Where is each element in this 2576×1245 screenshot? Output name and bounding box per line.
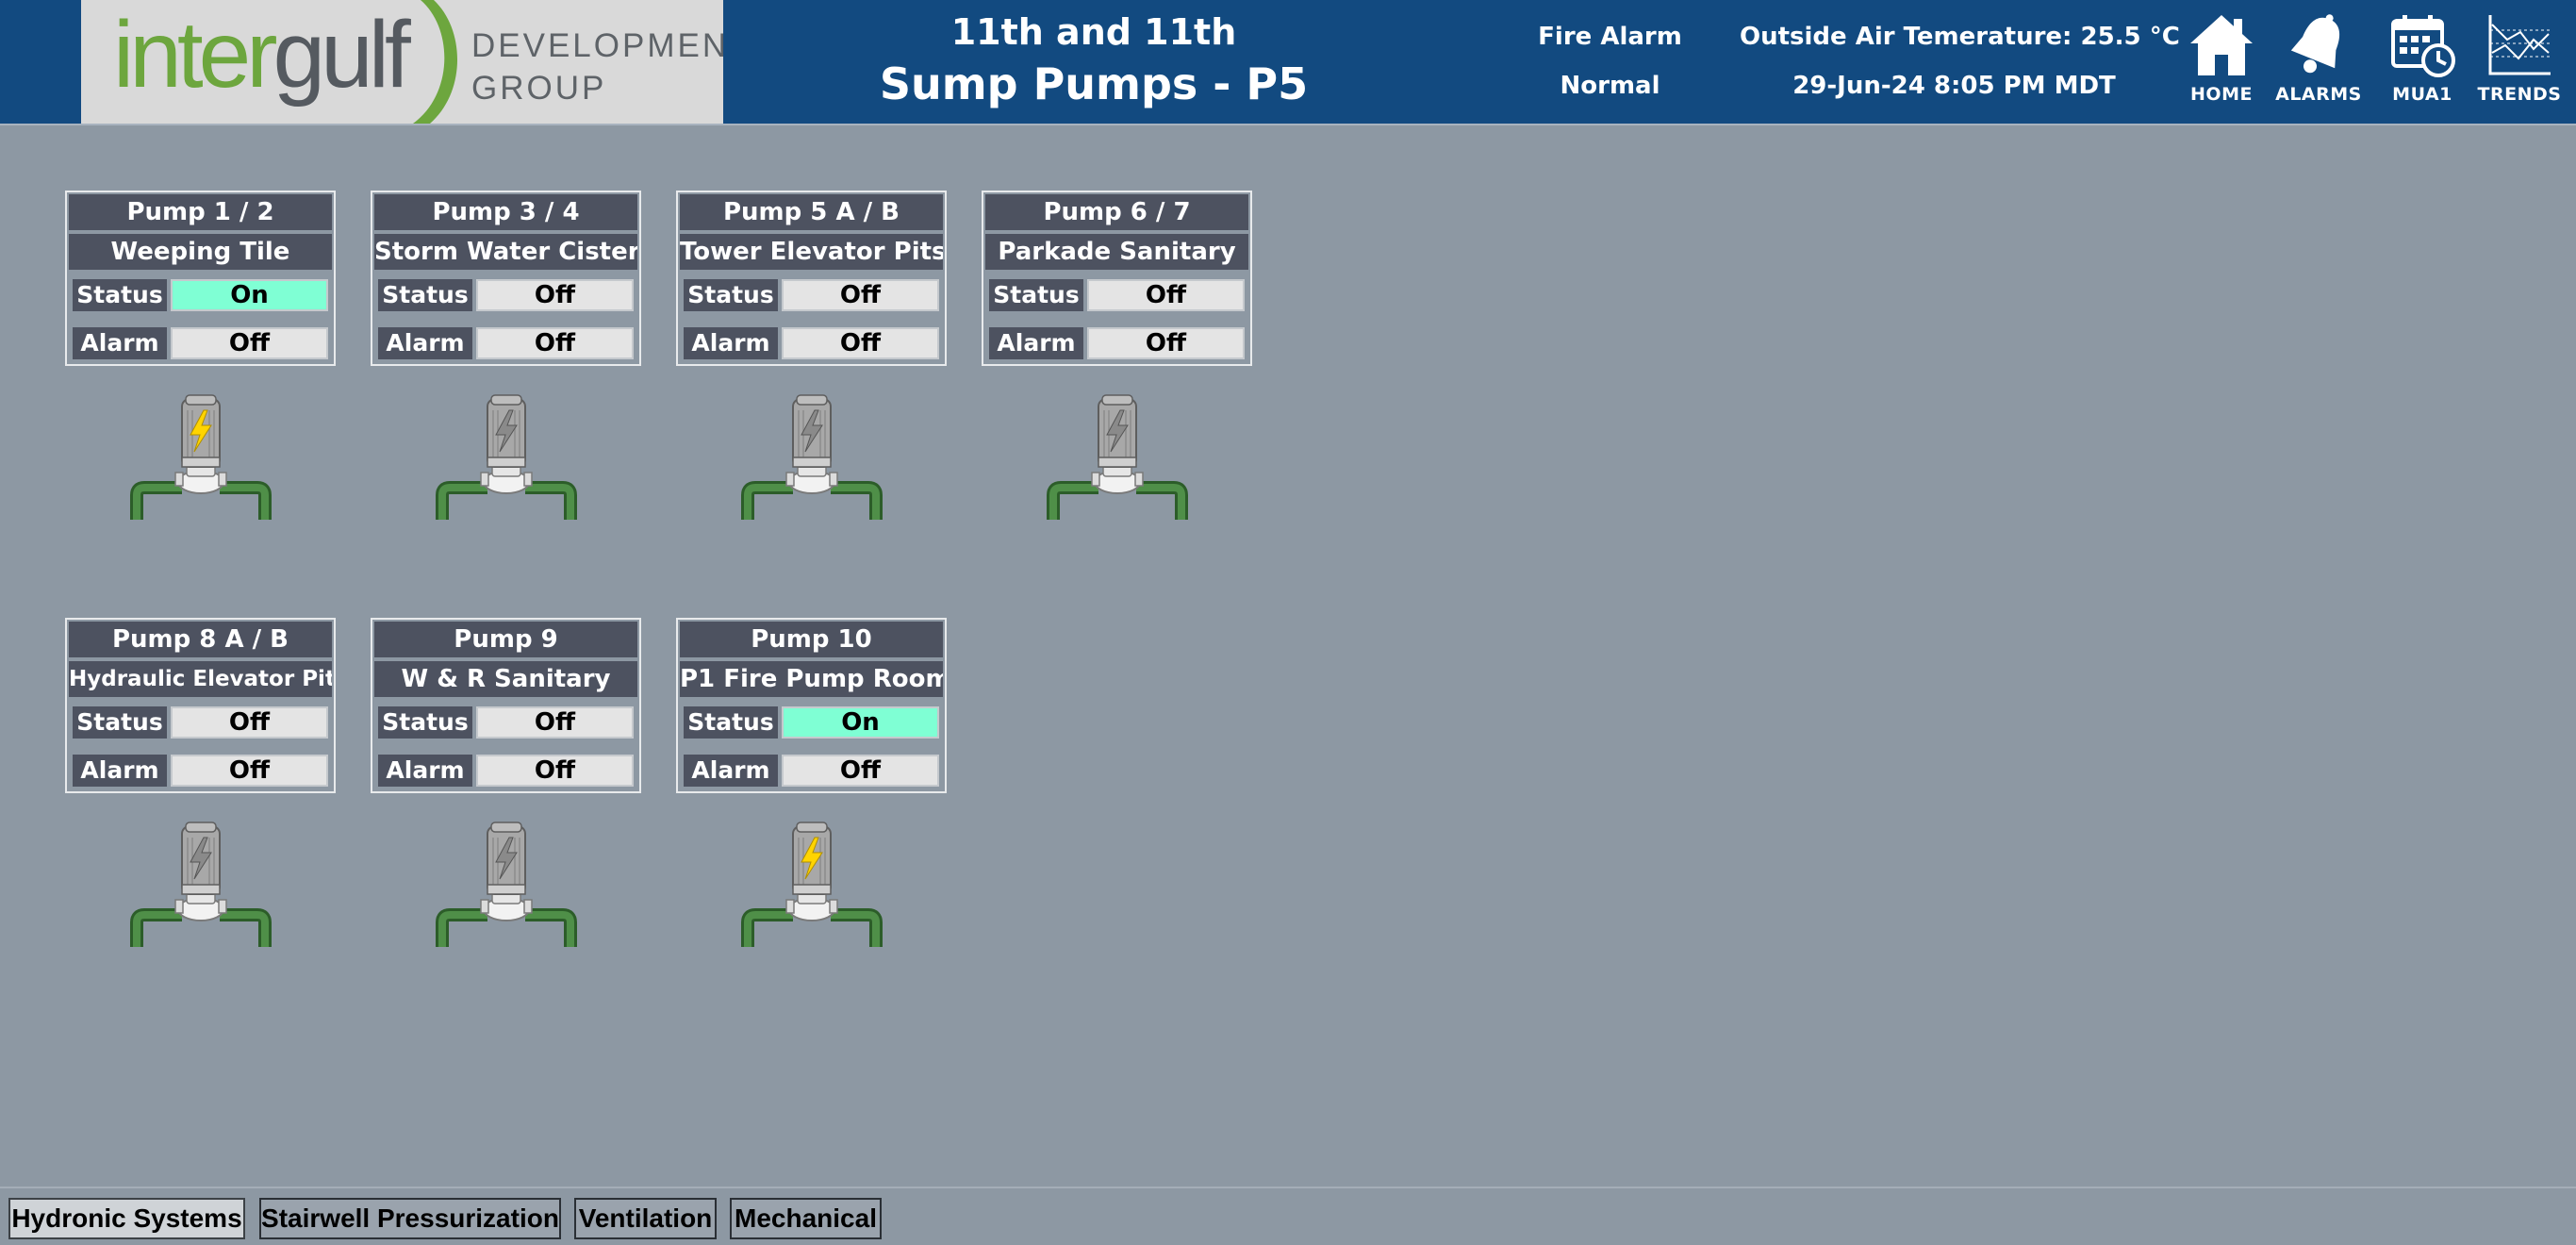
pump-pump-10-panel: Pump 10 P1 Fire Pump Room Status On Alarm Off bbox=[676, 618, 947, 793]
status-label: Status bbox=[989, 279, 1083, 311]
pump-icon[interactable] bbox=[1045, 390, 1190, 525]
alarm-label: Alarm bbox=[378, 755, 472, 787]
calendar-clock-icon bbox=[2391, 15, 2455, 77]
status-label: Status bbox=[73, 279, 167, 311]
status-label: Status bbox=[73, 706, 167, 739]
nav-home-button[interactable]: HOME bbox=[2170, 8, 2273, 113]
pump-idle-icon bbox=[130, 822, 272, 947]
status-value: Off bbox=[171, 706, 328, 739]
alarm-value: Off bbox=[476, 327, 634, 359]
pump-pump-1-2-panel: Pump 1 / 2 Weeping Tile Status On Alarm Off bbox=[65, 191, 336, 366]
alarm-value: Off bbox=[782, 755, 939, 787]
alarm-label: Alarm bbox=[989, 327, 1083, 359]
pump-title: Pump 5 A / B bbox=[680, 194, 943, 230]
alarm-value: Off bbox=[782, 327, 939, 359]
page-title: Sump Pumps - P5 bbox=[879, 58, 1309, 109]
status-label: Status bbox=[684, 279, 778, 311]
nav-mua1-label: MUA1 bbox=[2392, 84, 2452, 105]
tab-hydronic-systems[interactable]: Hydronic Systems bbox=[8, 1198, 245, 1239]
logo-word-gulf: gulf bbox=[272, 2, 411, 108]
alarm-value: Off bbox=[476, 755, 634, 787]
alarm-value: Off bbox=[1087, 327, 1245, 359]
pump-icon[interactable] bbox=[434, 817, 579, 953]
logo-subtitle: DEVELOPMENT GROUP bbox=[471, 25, 723, 109]
current-datetime: 29-Jun-24 8:05 PM MDT bbox=[1792, 72, 2116, 100]
pump-pump-6-7-panel: Pump 6 / 7 Parkade Sanitary Status Off Alarm… bbox=[982, 191, 1252, 366]
pump-idle-icon bbox=[1047, 394, 1188, 520]
nav-home-label: HOME bbox=[2190, 84, 2253, 105]
pump-location: Storm Water Cistern bbox=[374, 234, 637, 270]
status-value: Off bbox=[476, 706, 634, 739]
alarm-label: Alarm bbox=[378, 327, 472, 359]
home-icon bbox=[2190, 15, 2253, 75]
logo-sub-line1: DEVELOPMENT bbox=[471, 27, 723, 64]
fire-alarm-status: Normal bbox=[1560, 72, 1660, 100]
alarm-value: Off bbox=[171, 755, 328, 787]
pump-location: Weeping Tile bbox=[69, 234, 332, 270]
pump-title: Pump 6 / 7 bbox=[985, 194, 1248, 230]
pump-title: Pump 10 bbox=[680, 622, 943, 657]
pump-idle-icon bbox=[741, 394, 883, 520]
nav-trends-label: TRENDS bbox=[2477, 84, 2562, 105]
pump-running-icon bbox=[130, 394, 272, 520]
nav-alarms-button[interactable]: ALARMS bbox=[2267, 8, 2370, 113]
logo-wordmark: intergulf bbox=[113, 8, 411, 102]
pump-location: W & R Sanitary bbox=[374, 661, 637, 697]
company-logo: intergulf DEVELOPMENT GROUP bbox=[81, 0, 723, 124]
bell-icon bbox=[2290, 14, 2340, 74]
tab-mechanical[interactable]: Mechanical bbox=[730, 1198, 882, 1239]
pump-title: Pump 1 / 2 bbox=[69, 194, 332, 230]
pump-title: Pump 3 / 4 bbox=[374, 194, 637, 230]
pump-title: Pump 8 A / B bbox=[69, 622, 332, 657]
pump-pump-9-panel: Pump 9 W & R Sanitary Status Off Alarm Off bbox=[371, 618, 641, 793]
pump-location: Hydraulic Elevator Pit bbox=[69, 661, 332, 697]
tab-stairwell-pressurization[interactable]: Stairwell Pressurization bbox=[259, 1198, 561, 1239]
pump-idle-icon bbox=[436, 394, 577, 520]
status-value: Off bbox=[1087, 279, 1245, 311]
header-divider bbox=[0, 124, 2576, 125]
status-value: On bbox=[171, 279, 328, 311]
pump-icon[interactable] bbox=[739, 390, 884, 525]
alarm-label: Alarm bbox=[73, 327, 167, 359]
pump-location: Tower Elevator Pits bbox=[680, 234, 943, 270]
trend-chart-icon bbox=[2488, 15, 2551, 75]
status-value: On bbox=[782, 706, 939, 739]
logo-swoosh-icon bbox=[413, 0, 458, 124]
pump-pump-3-4-panel: Pump 3 / 4 Storm Water Cistern Status Off Al… bbox=[371, 191, 641, 366]
pump-pump-5-a-b-panel: Pump 5 A / B Tower Elevator Pits Status Off… bbox=[676, 191, 947, 366]
fire-alarm-label: Fire Alarm bbox=[1538, 23, 1682, 51]
pump-location: Parkade Sanitary bbox=[985, 234, 1248, 270]
pump-icon[interactable] bbox=[739, 817, 884, 953]
tab-bar-divider bbox=[0, 1187, 2576, 1188]
status-value: Off bbox=[476, 279, 634, 311]
pump-icon[interactable] bbox=[434, 390, 579, 525]
alarm-label: Alarm bbox=[684, 327, 778, 359]
logo-word-inter: inter bbox=[113, 2, 278, 108]
alarm-label: Alarm bbox=[684, 755, 778, 787]
pump-idle-icon bbox=[436, 822, 577, 947]
status-label: Status bbox=[684, 706, 778, 739]
status-value: Off bbox=[782, 279, 939, 311]
nav-mua1-button[interactable]: MUA1 bbox=[2370, 8, 2474, 113]
status-label: Status bbox=[378, 706, 472, 739]
pump-location: P1 Fire Pump Room bbox=[680, 661, 943, 697]
pump-title: Pump 9 bbox=[374, 622, 637, 657]
alarm-value: Off bbox=[171, 327, 328, 359]
pump-icon[interactable] bbox=[128, 817, 273, 953]
site-title: 11th and 11th bbox=[950, 11, 1237, 53]
pump-pump-8-a-b-panel: Pump 8 A / B Hydraulic Elevator Pit Status… bbox=[65, 618, 336, 793]
tab-ventilation[interactable]: Ventilation bbox=[574, 1198, 717, 1239]
header-bar: intergulf DEVELOPMENT GROUP 11th and 11t… bbox=[0, 0, 2576, 125]
alarm-label: Alarm bbox=[73, 755, 167, 787]
nav-alarms-label: ALARMS bbox=[2275, 84, 2362, 105]
pump-icon[interactable] bbox=[128, 390, 273, 525]
logo-sub-line2: GROUP bbox=[471, 70, 607, 107]
status-label: Status bbox=[378, 279, 472, 311]
nav-trends-button[interactable]: TRENDS bbox=[2468, 8, 2571, 113]
outside-air-temperature: Outside Air Temerature: 25.5 °C bbox=[1740, 23, 2180, 51]
pump-running-icon bbox=[741, 822, 883, 947]
